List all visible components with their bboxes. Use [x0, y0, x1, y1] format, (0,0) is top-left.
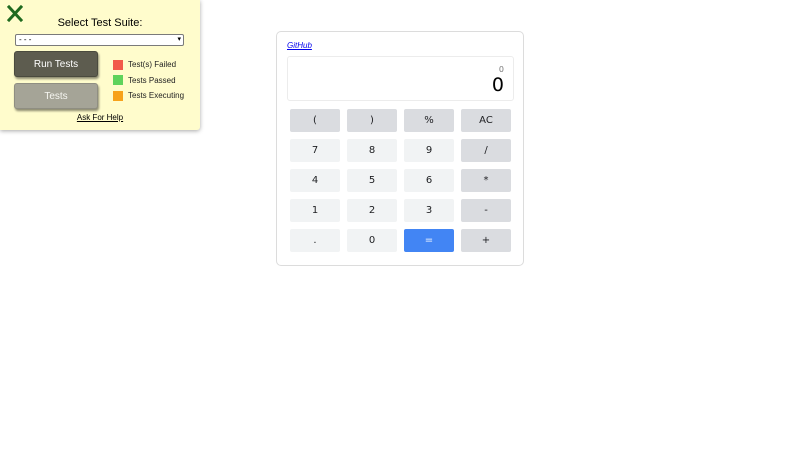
- legend-item-failed: Test(s) Failed: [113, 57, 184, 73]
- tests-button[interactable]: Tests: [14, 83, 98, 109]
- test-suite-select-value: - - -: [19, 35, 32, 44]
- key-add-button[interactable]: +: [461, 229, 511, 252]
- key-percent-button[interactable]: %: [404, 109, 454, 132]
- executing-swatch-icon: [113, 90, 123, 101]
- key-equals-button[interactable]: =: [404, 229, 454, 252]
- legend-label-failed: Test(s) Failed: [128, 60, 177, 70]
- select-test-suite-label: Select Test Suite:: [57, 17, 143, 29]
- key-9-button[interactable]: 9: [404, 139, 454, 162]
- page: Select Test Suite: - - - ▾ Run Tests Tes…: [0, 0, 800, 450]
- legend-label-executing: Tests Executing: [128, 91, 185, 101]
- key-subtract-button[interactable]: -: [461, 199, 511, 222]
- calculator: GitHub 0 0 ()% AC 7 8 9/4 5 6 * 1 2 3-. 0 = +: [276, 31, 524, 266]
- key-4-button[interactable]: 4: [290, 169, 340, 192]
- key-close-paren-button[interactable]: ): [347, 109, 397, 132]
- key-1-button[interactable]: 1: [290, 199, 340, 222]
- key-6-button[interactable]: 6: [404, 169, 454, 192]
- key-2-button[interactable]: 2: [347, 199, 397, 222]
- chevron-down-icon: ▾: [177, 36, 181, 43]
- key-clear-button[interactable]: AC: [461, 109, 511, 132]
- test-runner-panel: Select Test Suite: - - - ▾ Run Tests Tes…: [0, 0, 200, 130]
- key-8-button[interactable]: 8: [347, 139, 397, 162]
- key-divide-button[interactable]: /: [461, 139, 511, 162]
- failed-swatch-icon: [113, 59, 123, 70]
- test-suite-select[interactable]: - - - ▾: [15, 34, 184, 46]
- ask-for-help-link[interactable]: Ask For Help: [0, 113, 200, 122]
- key-7-button[interactable]: 7: [290, 139, 340, 162]
- key-open-paren-button[interactable]: (: [290, 109, 340, 132]
- key-5-button[interactable]: 5: [347, 169, 397, 192]
- legend-item-executing: Tests Executing: [113, 88, 184, 104]
- key-0-button[interactable]: 0: [347, 229, 397, 252]
- legend-label-passed: Tests Passed: [128, 75, 176, 85]
- passed-swatch-icon: [113, 75, 123, 86]
- legend-item-passed: Tests Passed: [113, 73, 184, 89]
- key-multiply-button[interactable]: *: [461, 169, 511, 192]
- run-tests-button[interactable]: Run Tests: [14, 51, 98, 77]
- key-3-button[interactable]: 3: [404, 199, 454, 222]
- test-status-legend: Test(s) Failed Tests Passed Tests Execut…: [113, 57, 184, 104]
- key-decimal-button[interactable]: .: [290, 229, 340, 252]
- calculator-keypad: ()% AC 7 8 9 / 4 5 6 * 1 2 3-. 0 = +: [277, 32, 523, 265]
